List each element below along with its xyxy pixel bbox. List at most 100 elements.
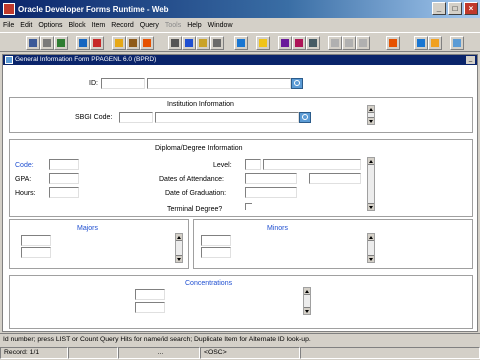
insert-record-icon[interactable] [112,36,126,50]
list-icon[interactable] [328,36,342,50]
id-label: ID: [89,80,98,87]
enter-query-icon[interactable] [256,36,270,50]
display-error-icon[interactable] [414,36,428,50]
save-icon[interactable] [26,36,40,50]
dates-attendance-label: Dates of Attendance: [159,176,224,183]
sbgi-desc-field[interactable] [155,112,299,123]
graduation-date-label: Date of Graduation: [165,190,227,197]
concentrations-scrollbar[interactable] [303,287,311,315]
window-titlebar: Oracle Developer Forms Runtime - Web _ □… [0,0,480,18]
close-button[interactable]: × [464,2,478,15]
close-form-icon[interactable] [450,36,464,50]
major-field-1[interactable] [21,235,51,246]
name-field[interactable] [147,78,291,89]
scroll-up-icon[interactable] [368,158,374,165]
scroll-down-icon[interactable] [368,203,374,210]
attend-to-field[interactable] [309,173,361,184]
status-empty-1 [68,347,118,359]
concentration-field-2[interactable] [135,302,165,313]
sbgi-code-label: SBGI Code: [75,114,113,121]
gpa-field[interactable] [49,173,79,184]
degree-code-label: Code: [15,162,34,169]
minors-scrollbar[interactable] [367,233,375,263]
status-mode: ... [118,347,200,359]
menu-query[interactable]: Query [140,22,159,29]
scroll-down-icon[interactable] [368,255,374,262]
menu-options[interactable]: Options [38,22,62,29]
menu-item[interactable]: Item [92,22,106,29]
scroll-down-icon[interactable] [304,307,310,314]
cancel-query-icon[interactable] [292,36,306,50]
edit-icon[interactable] [342,36,356,50]
concentrations-heading: Concentrations [185,280,233,287]
menu-help[interactable]: Help [187,22,201,29]
concentrations-section [9,275,473,329]
scroll-up-icon[interactable] [304,288,310,295]
level-desc-field[interactable] [263,159,361,170]
level-code-field[interactable] [245,159,261,170]
hours-field[interactable] [49,187,79,198]
terminal-degree-label: Terminal Degree? [167,206,223,213]
scroll-up-icon[interactable] [368,234,374,241]
id-search-icon[interactable] [291,78,303,89]
majors-scrollbar[interactable] [175,233,183,263]
minors-section [193,219,473,269]
scroll-up-icon[interactable] [176,234,182,241]
diploma-heading: Diploma/Degree Information [155,145,243,152]
menu-bar: File Edit Options Block Item Record Quer… [0,18,480,32]
window-title: Oracle Developer Forms Runtime - Web [18,4,169,14]
cut-icon[interactable] [168,36,182,50]
major-field-2[interactable] [21,247,51,258]
minor-field-2[interactable] [201,247,231,258]
form-window: General Information Form PPAGENL 6.0 (BP… [2,54,478,332]
institution-heading: Institution Information [167,101,234,108]
maximize-button[interactable]: □ [448,2,462,15]
institution-scrollbar[interactable] [367,105,375,125]
duplicate-icon[interactable] [356,36,370,50]
sbgi-search-icon[interactable] [299,112,311,123]
minimize-button[interactable]: _ [432,2,446,15]
graduation-date-field[interactable] [245,187,297,198]
form-title: General Information Form PPAGENL 6.0 (BP… [15,56,157,63]
keys-icon[interactable] [386,36,400,50]
menu-edit[interactable]: Edit [20,22,32,29]
previous-block-icon[interactable] [210,36,224,50]
record-count: Record: 1/1 [0,347,68,359]
degree-code-field[interactable] [49,159,79,170]
menu-tools: Tools [164,21,182,29]
terminal-degree-checkbox[interactable] [245,203,252,210]
hours-label: Hours: [15,190,36,197]
menu-record[interactable]: Record [111,22,134,29]
paste-icon[interactable] [196,36,210,50]
print-icon[interactable] [40,36,54,50]
help-icon[interactable] [428,36,442,50]
clear-icon[interactable] [90,36,104,50]
count-hits-icon[interactable] [306,36,320,50]
concentration-field-1[interactable] [135,289,165,300]
copy-icon[interactable] [182,36,196,50]
form-icon [5,56,13,64]
next-block-icon[interactable] [234,36,248,50]
status-bar: Record: 1/1 ... <OSC> [0,347,480,360]
form-minimize-button[interactable]: _ [466,56,475,64]
id-field[interactable] [101,78,145,89]
execute-query-icon[interactable] [278,36,292,50]
lock-icon[interactable] [140,36,154,50]
delete-record-icon[interactable] [126,36,140,50]
scroll-up-icon[interactable] [368,106,374,113]
rollback-icon[interactable] [76,36,90,50]
status-empty-2 [300,347,480,359]
menu-file[interactable]: File [3,22,14,29]
sbgi-code-field[interactable] [119,112,153,123]
form-titlebar: General Information Form PPAGENL 6.0 (BP… [3,55,477,65]
menu-block[interactable]: Block [68,22,85,29]
oracle-app-icon [3,3,15,15]
exit-icon[interactable] [54,36,68,50]
majors-heading: Majors [77,225,99,232]
scroll-down-icon[interactable] [368,117,374,124]
menu-window[interactable]: Window [208,22,233,29]
minor-field-1[interactable] [201,235,231,246]
attend-from-field[interactable] [245,173,297,184]
scroll-down-icon[interactable] [176,255,182,262]
diploma-scrollbar[interactable] [367,157,375,211]
